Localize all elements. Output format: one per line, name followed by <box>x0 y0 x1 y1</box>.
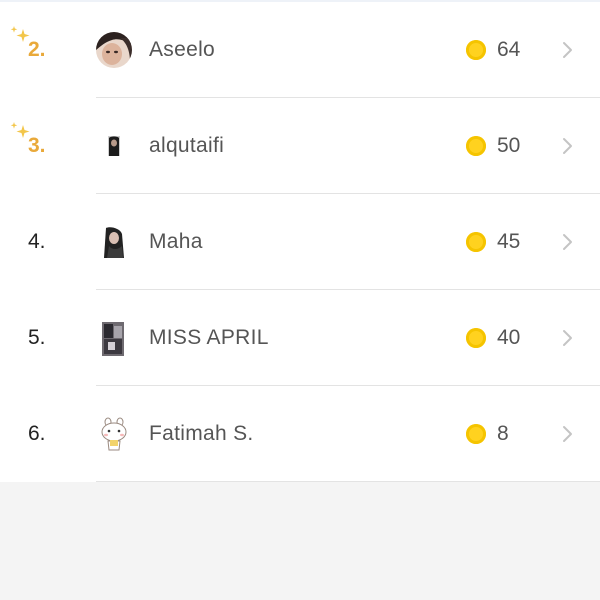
coin-icon <box>466 424 486 444</box>
user-name: MISS APRIL <box>149 326 269 349</box>
coin-icon <box>466 328 486 348</box>
avatar <box>96 128 132 164</box>
user-name: Aseelo <box>149 38 216 61</box>
score-value: 8 <box>497 422 509 445</box>
coin-icon <box>466 40 486 60</box>
avatar <box>96 320 132 356</box>
rank-number: 2. <box>28 38 46 61</box>
empty-footer-area <box>0 482 600 600</box>
coin-icon <box>466 136 486 156</box>
score-value: 40 <box>497 326 521 349</box>
coin-icon <box>466 232 486 252</box>
leaderboard-row[interactable]: 3. alqutaifi 50 <box>0 98 600 194</box>
score-value: 50 <box>497 134 521 157</box>
score-value: 64 <box>497 38 521 61</box>
rank-number: 4. <box>28 230 46 253</box>
avatar <box>96 32 132 68</box>
rank-number: 3. <box>28 134 46 157</box>
chevron-right-icon <box>563 426 572 442</box>
rank-number: 5. <box>28 326 46 349</box>
avatar <box>96 224 132 260</box>
chevron-right-icon <box>563 42 572 58</box>
avatar <box>96 416 132 452</box>
leaderboard-row[interactable]: 5. MISS APRIL 40 <box>0 290 600 386</box>
leaderboard-row[interactable]: 6. Fatimah S. 8 <box>0 386 600 482</box>
leaderboard-list: 2. Aseelo 64 3. alqutaifi 50 4. Maha 45 … <box>0 0 600 482</box>
chevron-right-icon <box>563 234 572 250</box>
rank-number: 6. <box>28 422 46 445</box>
chevron-right-icon <box>563 330 572 346</box>
leaderboard-row[interactable]: 4. Maha 45 <box>0 194 600 290</box>
chevron-right-icon <box>563 138 572 154</box>
user-name: Maha <box>149 230 203 253</box>
user-name: Fatimah S. <box>149 422 254 445</box>
score-value: 45 <box>497 230 521 253</box>
user-name: alqutaifi <box>149 134 225 157</box>
leaderboard-row[interactable]: 2. Aseelo 64 <box>0 2 600 98</box>
